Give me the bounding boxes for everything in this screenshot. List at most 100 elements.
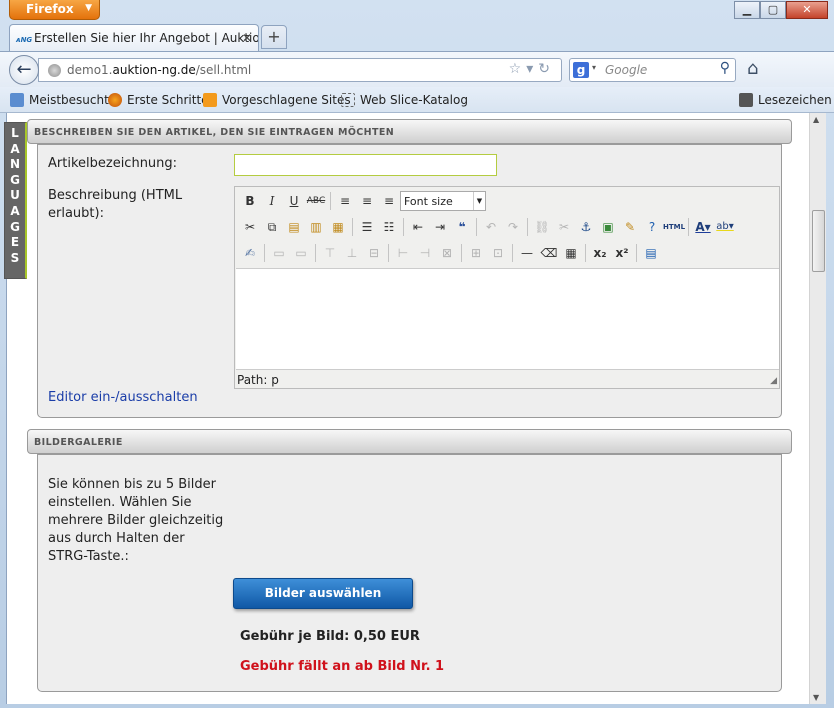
strikethrough-button[interactable]: ABC <box>305 191 327 211</box>
search-field[interactable]: g ▾ Google ⚲ <box>569 58 736 82</box>
cell-props-icon[interactable]: ▭ <box>290 243 312 263</box>
bookmarks-toolbar: Meistbesucht Erste Schritte Vorgeschlage… <box>0 87 834 113</box>
remove-format-icon[interactable]: ⌫ <box>538 243 560 263</box>
indent-icon[interactable]: ⇥ <box>429 217 451 237</box>
url-domain: auktion-ng.de <box>112 63 196 77</box>
article-section-header: BESCHREIBEN SIE DEN ARTIKEL, DEN SIE EIN… <box>27 119 792 144</box>
bookmark-meistbesucht[interactable]: Meistbesucht <box>10 93 109 107</box>
description-label-line1: Beschreibung (HTML <box>48 188 183 203</box>
chevron-down-icon: ▼ <box>473 192 485 210</box>
paste-text-icon[interactable]: ▥ <box>305 217 327 237</box>
underline-button[interactable]: U <box>283 191 305 211</box>
blockquote-icon[interactable]: ❝ <box>451 217 473 237</box>
article-name-label: Artikelbezeichnung: <box>48 156 178 171</box>
insert-col-before-icon[interactable]: ⊢ <box>392 243 414 263</box>
visual-aid-icon[interactable]: ✍ <box>239 243 261 263</box>
align-center-icon[interactable]: ≡ <box>356 191 378 211</box>
html-source-button[interactable]: HTML <box>663 217 685 237</box>
scrollbar-thumb[interactable] <box>812 210 825 272</box>
url-bar-icons: ☆▾↻ <box>509 61 555 77</box>
font-size-select[interactable]: Font size ▼ <box>400 191 486 211</box>
merge-cells-icon[interactable]: ⊡ <box>487 243 509 263</box>
editor-toolbar-row-3: ✍ ▭ ▭ ⊤ ⊥ ⊟ ⊢ ⊣ ⊠ ⊞ ⊡ — ⌫ ▦ x₂ x² ▤ <box>235 240 781 266</box>
text-color-icon[interactable]: A▾ <box>692 217 714 237</box>
bookmark-web-slice[interactable]: Web Slice-Katalog <box>341 93 468 107</box>
close-window-button[interactable]: ✕ <box>786 1 828 19</box>
numbered-list-icon[interactable]: ☷ <box>378 217 400 237</box>
browser-tab-active[interactable]: ᴀNG Erstellen Sie hier Ihr Angebot | Aukt… <box>9 24 259 51</box>
globe-icon <box>48 64 61 77</box>
outdent-icon[interactable]: ⇤ <box>407 217 429 237</box>
history-dropdown-icon[interactable]: ▾ <box>526 61 538 77</box>
web-slice-icon <box>341 93 355 107</box>
site-favicon-icon: ᴀNG <box>16 36 33 44</box>
split-cells-icon[interactable]: ⊞ <box>465 243 487 263</box>
home-icon[interactable]: ⌂ <box>747 58 758 79</box>
help-icon[interactable]: ? <box>641 217 663 237</box>
firefox-menu-button[interactable]: Firefox ▼ <box>9 0 100 20</box>
subscript-icon[interactable]: x₂ <box>589 243 611 263</box>
delete-row-icon[interactable]: ⊟ <box>363 243 385 263</box>
scroll-down-icon[interactable]: ▼ <box>813 693 819 702</box>
bookmarks-menu-button[interactable]: Lesezeichen <box>739 93 832 107</box>
table-icon[interactable]: ▦ <box>560 243 582 263</box>
page-content: BESCHREIBEN SIE DEN ARTIKEL, DEN SIE EIN… <box>6 113 809 704</box>
editor-path-status: Path: p <box>237 373 279 387</box>
paste-word-icon[interactable]: ▦ <box>327 217 349 237</box>
insert-row-after-icon[interactable]: ⊥ <box>341 243 363 263</box>
bold-button[interactable]: B <box>239 191 261 211</box>
fee-notice-text: Gebühr fällt an ab Bild Nr. 1 <box>240 659 445 674</box>
bullet-list-icon[interactable]: ☰ <box>356 217 378 237</box>
new-tab-button[interactable]: + <box>261 25 287 49</box>
select-images-button[interactable]: Bilder auswählen <box>233 578 413 609</box>
highlight-color-icon[interactable]: ab▾ <box>714 217 736 237</box>
align-right-icon[interactable]: ≡ <box>378 191 400 211</box>
unlink-icon[interactable]: ✂ <box>553 217 575 237</box>
url-prefix: demo1. <box>67 63 113 77</box>
copy-icon[interactable]: ⧉ <box>261 217 283 237</box>
redo-icon[interactable]: ↷ <box>502 217 524 237</box>
image-icon[interactable]: ▣ <box>597 217 619 237</box>
article-name-input[interactable] <box>234 154 497 176</box>
resize-grip-icon[interactable]: ◢ <box>770 376 777 386</box>
search-engine-dropdown-icon[interactable]: ▾ <box>592 63 596 72</box>
maximize-button[interactable]: ▢ <box>760 1 786 19</box>
paste-icon[interactable]: ▤ <box>283 217 305 237</box>
back-button[interactable]: ← <box>9 55 39 85</box>
link-icon[interactable]: ⛓ <box>531 217 553 237</box>
description-label-line2: erlaubt): <box>48 206 104 221</box>
anchor-icon[interactable]: ⚓ <box>575 217 597 237</box>
undo-icon[interactable]: ↶ <box>480 217 502 237</box>
toggle-editor-link[interactable]: Editor ein-/ausschalten <box>48 390 198 405</box>
editor-toolbar-row-2: ✂ ⧉ ▤ ▥ ▦ ☰ ☷ ⇤ ⇥ ❝ ↶ ↷ ⛓ ✂ ⚓ ▣ ✎? HTML A▾ ab▾ <box>235 214 781 240</box>
horizontal-rule-icon[interactable]: — <box>516 243 538 263</box>
google-logo-icon[interactable]: g <box>573 62 589 78</box>
align-left-icon[interactable]: ≡ <box>334 191 356 211</box>
gallery-section-header: BILDERGALERIE <box>27 429 792 454</box>
cleanup-icon[interactable]: ✎ <box>619 217 641 237</box>
url-bar[interactable]: demo1.auktion-ng.de/sell.html ☆▾↻ <box>38 58 562 82</box>
insert-col-after-icon[interactable]: ⊣ <box>414 243 436 263</box>
special-char-icon[interactable]: ▤ <box>640 243 662 263</box>
article-section-panel: Artikelbezeichnung: Beschreibung (HTML e… <box>37 144 782 418</box>
close-tab-icon[interactable]: ✕ <box>242 31 252 45</box>
scroll-up-icon[interactable]: ▲ <box>813 115 819 124</box>
italic-button[interactable]: I <box>261 191 283 211</box>
languages-tab[interactable]: LANGUAGES <box>4 122 27 279</box>
search-icon[interactable]: ⚲ <box>720 60 730 76</box>
most-visited-icon <box>10 93 24 107</box>
search-placeholder: Google <box>605 63 648 77</box>
bookmark-vorgeschlagene-sites[interactable]: Vorgeschlagene Sites <box>203 93 351 107</box>
delete-col-icon[interactable]: ⊠ <box>436 243 458 263</box>
url-path: /sell.html <box>195 63 252 77</box>
row-props-icon[interactable]: ▭ <box>268 243 290 263</box>
minimize-button[interactable]: ▁ <box>734 1 760 19</box>
bookmark-erste-schritte[interactable]: Erste Schritte <box>108 93 209 107</box>
superscript-icon[interactable]: x² <box>611 243 633 263</box>
reload-icon[interactable]: ↻ <box>538 61 555 77</box>
cut-icon[interactable]: ✂ <box>239 217 261 237</box>
vertical-scrollbar[interactable]: ▲ ▼ <box>809 113 826 704</box>
editor-content-area[interactable] <box>236 268 779 370</box>
insert-row-before-icon[interactable]: ⊤ <box>319 243 341 263</box>
bookmark-star-icon[interactable]: ☆ <box>509 61 527 77</box>
